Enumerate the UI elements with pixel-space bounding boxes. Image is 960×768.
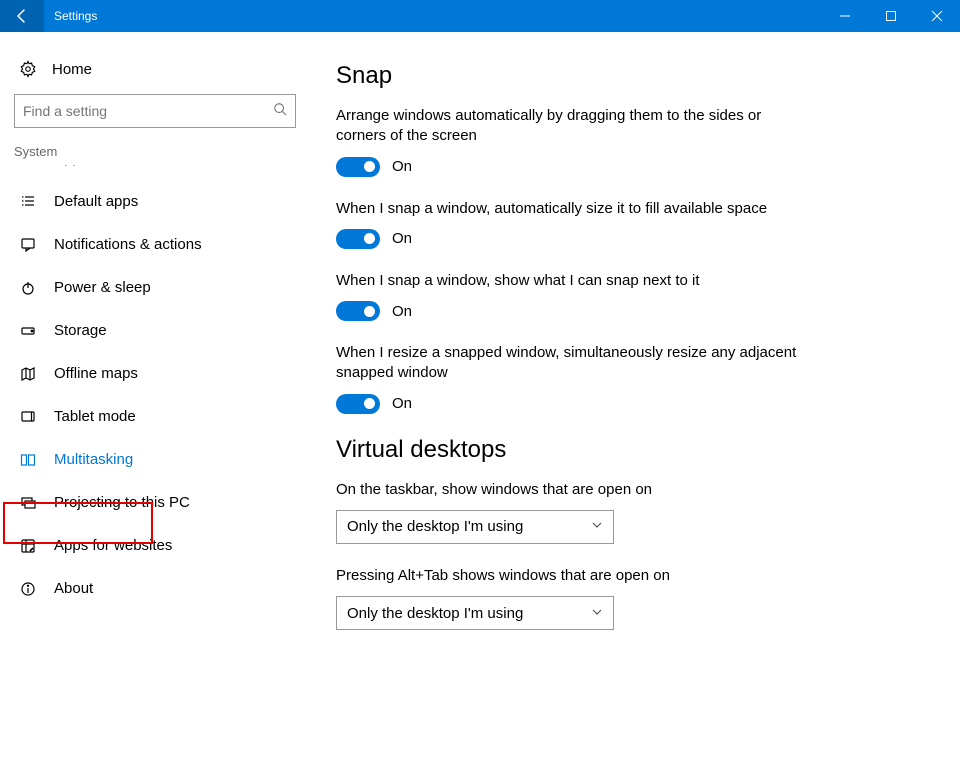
dropdown-value: Only the desktop I'm using bbox=[347, 605, 523, 622]
sidebar-item-label: Offline maps bbox=[40, 365, 138, 382]
storage-icon bbox=[16, 323, 40, 339]
info-icon bbox=[16, 581, 40, 597]
toggle-state-label: On bbox=[392, 303, 412, 320]
sidebar-item-offline-maps[interactable]: Offline maps bbox=[10, 352, 300, 395]
toggle-snap-resize[interactable] bbox=[336, 394, 380, 414]
search-box[interactable] bbox=[14, 94, 296, 128]
minimize-button[interactable] bbox=[822, 0, 868, 32]
apps-icon bbox=[16, 165, 40, 167]
vd-taskbar-setting: On the taskbar, show windows that are op… bbox=[336, 480, 930, 544]
tablet-icon bbox=[16, 409, 40, 425]
snap-setting-fill: When I snap a window, automatically size… bbox=[336, 199, 930, 249]
vd-alttab-dropdown[interactable]: Only the desktop I'm using bbox=[336, 596, 614, 630]
sidebar-item-multitasking[interactable]: Multitasking bbox=[10, 438, 300, 481]
sidebar-item-apps-features[interactable]: Apps & features bbox=[10, 165, 300, 180]
setting-desc: When I resize a snapped window, simultan… bbox=[336, 343, 806, 384]
titlebar: Settings bbox=[0, 0, 960, 32]
chevron-down-icon bbox=[591, 605, 603, 622]
toggle-snap-assist[interactable] bbox=[336, 301, 380, 321]
sidebar-item-default-apps[interactable]: Default apps bbox=[10, 180, 300, 223]
setting-desc: Arrange windows automatically by draggin… bbox=[336, 106, 806, 147]
toggle-state-label: On bbox=[392, 395, 412, 412]
sidebar-item-label: Multitasking bbox=[40, 451, 133, 468]
sidebar-item-tablet-mode[interactable]: Tablet mode bbox=[10, 395, 300, 438]
maximize-button[interactable] bbox=[868, 0, 914, 32]
default-apps-icon bbox=[16, 194, 40, 210]
search-input[interactable] bbox=[23, 103, 253, 119]
setting-desc: Pressing Alt+Tab shows windows that are … bbox=[336, 566, 806, 586]
sidebar-item-label: Apps for websites bbox=[40, 537, 172, 554]
window-controls bbox=[822, 0, 960, 32]
sidebar-item-power-sleep[interactable]: Power & sleep bbox=[10, 266, 300, 309]
snap-setting-arrange: Arrange windows automatically by draggin… bbox=[336, 106, 930, 177]
window-body: Home System Apps & features bbox=[0, 32, 960, 768]
virtual-desktops-heading: Virtual desktops bbox=[336, 436, 930, 464]
map-icon bbox=[16, 366, 40, 382]
sidebar-item-label: Power & sleep bbox=[40, 279, 151, 296]
sidebar-item-notifications[interactable]: Notifications & actions bbox=[10, 223, 300, 266]
back-button[interactable] bbox=[0, 0, 44, 32]
sidebar-item-apps-websites[interactable]: Apps for websites bbox=[10, 524, 300, 567]
apps-websites-icon bbox=[16, 538, 40, 554]
toggle-state-label: On bbox=[392, 230, 412, 247]
gear-icon bbox=[16, 60, 40, 78]
sidebar-item-projecting[interactable]: Projecting to this PC bbox=[10, 481, 300, 524]
sidebar-item-label: Notifications & actions bbox=[40, 236, 202, 253]
sidebar-nav[interactable]: Apps & features Default apps Notificatio… bbox=[10, 165, 300, 758]
dropdown-value: Only the desktop I'm using bbox=[347, 518, 523, 535]
search-icon bbox=[273, 102, 287, 121]
chevron-down-icon bbox=[591, 518, 603, 535]
toggle-snap-arrange[interactable] bbox=[336, 157, 380, 177]
close-button[interactable] bbox=[914, 0, 960, 32]
snap-setting-resize: When I resize a snapped window, simultan… bbox=[336, 343, 930, 414]
snap-setting-assist: When I snap a window, show what I can sn… bbox=[336, 271, 930, 321]
content-pane: Snap Arrange windows automatically by dr… bbox=[310, 32, 960, 768]
sidebar-item-label: Projecting to this PC bbox=[40, 494, 190, 511]
sidebar-item-label: Tablet mode bbox=[40, 408, 136, 425]
setting-desc: On the taskbar, show windows that are op… bbox=[336, 480, 806, 500]
sidebar-item-label: Apps & features bbox=[40, 165, 161, 167]
toggle-snap-fill[interactable] bbox=[336, 229, 380, 249]
snap-heading: Snap bbox=[336, 62, 930, 90]
sidebar-item-label: Storage bbox=[40, 322, 107, 339]
sidebar-home-label: Home bbox=[40, 61, 92, 78]
setting-desc: When I snap a window, automatically size… bbox=[336, 199, 806, 219]
sidebar: Home System Apps & features bbox=[0, 32, 310, 768]
window-title: Settings bbox=[44, 9, 822, 23]
sidebar-item-storage[interactable]: Storage bbox=[10, 309, 300, 352]
toggle-state-label: On bbox=[392, 158, 412, 175]
vd-taskbar-dropdown[interactable]: Only the desktop I'm using bbox=[336, 510, 614, 544]
notifications-icon bbox=[16, 237, 40, 253]
projecting-icon bbox=[16, 495, 40, 511]
sidebar-item-label: Default apps bbox=[40, 193, 138, 210]
settings-window: Settings Home bbox=[0, 0, 960, 768]
vd-alttab-setting: Pressing Alt+Tab shows windows that are … bbox=[336, 566, 930, 630]
multitasking-icon bbox=[16, 452, 40, 468]
power-icon bbox=[16, 280, 40, 296]
sidebar-home[interactable]: Home bbox=[10, 50, 300, 92]
sidebar-group-label: System bbox=[10, 138, 300, 165]
sidebar-item-about[interactable]: About bbox=[10, 567, 300, 610]
setting-desc: When I snap a window, show what I can sn… bbox=[336, 271, 806, 291]
sidebar-item-label: About bbox=[40, 580, 93, 597]
